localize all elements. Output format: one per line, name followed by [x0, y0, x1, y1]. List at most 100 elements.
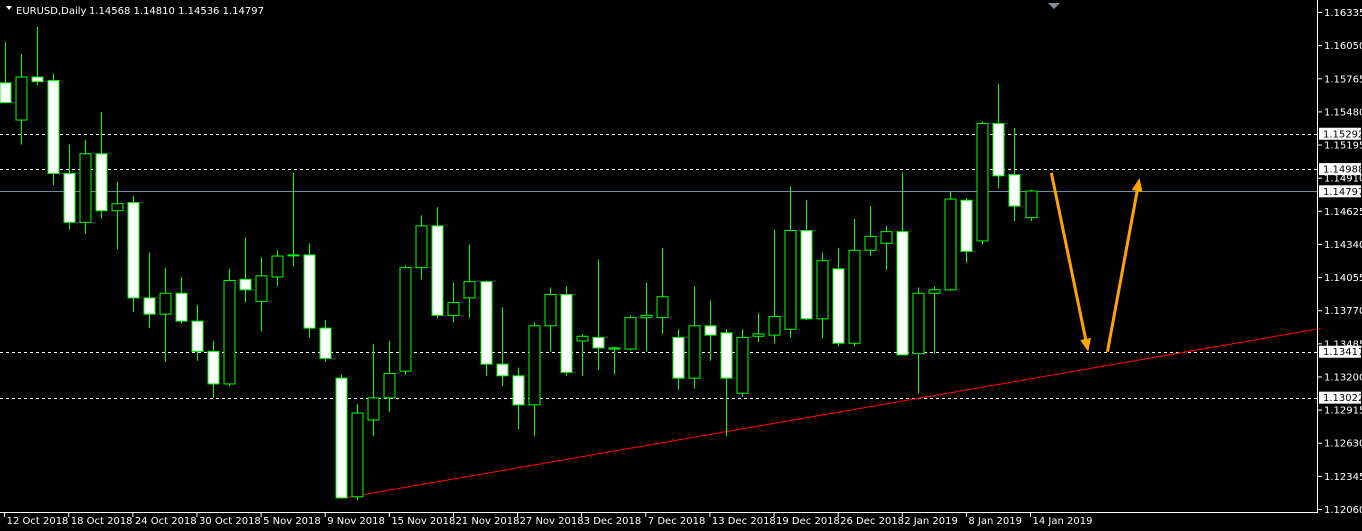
bull-candle-body: [111, 203, 124, 212]
current-price-tag: 1.14797: [1323, 187, 1362, 198]
bear-candle-body: [832, 268, 845, 344]
bull-candle-body: [912, 292, 925, 355]
y-tick-label: 1.14055: [1324, 273, 1362, 284]
bear-candle-body: [592, 336, 605, 349]
bear-candle-body: [143, 297, 156, 315]
bull-candle-body: [271, 255, 284, 278]
bull-candle-body: [736, 336, 749, 394]
candle: [736, 329, 749, 397]
bear-candle-body: [239, 278, 252, 291]
date-axis-labels: 12 Oct 2018 18 Oct 2018 24 Oct 2018 30 Oct …: [4, 513, 1093, 527]
bear-candle-body: [1008, 174, 1021, 207]
bull-candle-body: [544, 293, 557, 327]
x-tick-label: 13 Dec 2018: [712, 516, 776, 527]
y-tick-label: 1.12060: [1324, 505, 1362, 516]
bull-candle-body: [768, 316, 781, 336]
bull-candle-body: [159, 292, 172, 315]
candle: [1025, 189, 1038, 222]
bear-candle-body: [47, 80, 60, 175]
candle: [976, 121, 989, 245]
bull-candle-body: [1025, 190, 1038, 219]
symbol-label: EURUSD,Daily: [16, 6, 87, 17]
x-tick-label: 21 Nov 2018: [455, 516, 519, 527]
level-price-tag: 1.15292: [1323, 129, 1362, 140]
bear-candle-body: [992, 123, 1005, 177]
bear-candle-body: [63, 173, 76, 223]
y-tick-label: 1.14625: [1324, 207, 1362, 218]
candle: [79, 139, 92, 234]
bull-candle-body: [255, 275, 268, 302]
bull-candle-body: [351, 412, 364, 498]
x-tick-label: 2 Jan 2019: [904, 516, 958, 527]
bear-candle-body: [191, 320, 204, 352]
bear-candle-body: [31, 76, 44, 83]
x-tick-label: 7 Dec 2018: [648, 516, 706, 527]
x-tick-label: 19 Dec 2018: [776, 516, 840, 527]
price-chart[interactable]: 1.16335 1.16050 1.15765 1.15480 1.15195 1.149…: [0, 0, 1362, 531]
level-price-tag: 1.13417: [1323, 347, 1362, 358]
candle: [944, 190, 957, 291]
chart-background: [0, 0, 1362, 531]
bear-candle-body: [896, 231, 909, 356]
bear-candle-body: [496, 363, 509, 377]
bull-candle-body: [15, 76, 28, 121]
bull-candle-body: [656, 296, 669, 319]
x-tick-label: 3 Dec 2018: [584, 516, 642, 527]
bear-candle-body: [512, 375, 525, 406]
bull-candle-body: [79, 153, 92, 223]
bull-candle-body: [383, 372, 396, 399]
candle: [47, 73, 60, 186]
bull-candle-body: [399, 267, 412, 372]
y-tick-label: 1.12915: [1324, 406, 1362, 417]
bear-candle-body: [0, 82, 12, 104]
candle: [127, 195, 140, 312]
bull-candle-body: [976, 123, 989, 242]
bull-candle-body: [624, 317, 637, 350]
x-tick-label: 27 Nov 2018: [520, 516, 584, 527]
bull-candle-body: [784, 229, 797, 330]
bull-candle-body: [287, 254, 300, 257]
bear-candle-body: [480, 281, 493, 365]
y-tick-label: 1.15195: [1324, 141, 1362, 152]
candle: [351, 403, 364, 501]
bear-candle-body: [720, 332, 733, 379]
bear-candle-body: [127, 202, 140, 299]
bear-candle-body: [175, 292, 188, 322]
bear-candle-body: [335, 377, 348, 499]
candle: [223, 268, 236, 387]
bear-candle-body: [319, 327, 332, 359]
y-tick-label: 1.13200: [1324, 372, 1362, 383]
bull-candle-body: [752, 333, 765, 337]
y-tick-label: 1.13770: [1324, 306, 1362, 317]
bear-candle-body: [303, 254, 316, 329]
bull-candle-body: [688, 325, 701, 379]
bull-candle-body: [576, 335, 589, 342]
y-tick-label: 1.12630: [1324, 439, 1362, 450]
bull-candle-body: [415, 225, 428, 269]
x-tick-label: 14 Jan 2019: [1033, 516, 1093, 527]
ohlc-readout: 1.14568 1.14810 1.14536 1.14797: [89, 6, 264, 17]
x-tick-label: 15 Nov 2018: [391, 516, 455, 527]
y-tick-label: 1.16050: [1324, 41, 1362, 52]
bull-candle-body: [816, 260, 829, 320]
chart-header[interactable]: EURUSD,Daily 1.14568 1.14810 1.14536 1.1…: [6, 6, 264, 17]
bear-candle-body: [560, 293, 573, 373]
bull-candle-body: [223, 279, 236, 385]
y-tick-label: 1.14340: [1324, 240, 1362, 251]
bull-candle-body: [608, 347, 621, 350]
candle: [303, 243, 316, 338]
candle: [335, 374, 348, 499]
y-tick-label: 1.15480: [1324, 107, 1362, 118]
x-tick-label: 12 Oct 2018: [7, 516, 69, 527]
bull-candle-body: [928, 289, 941, 294]
bear-candle-body: [207, 350, 220, 385]
x-tick-label: 8 Jan 2019: [968, 516, 1022, 527]
x-tick-label: 5 Nov 2018: [263, 516, 321, 527]
bull-candle-body: [367, 397, 380, 421]
candle: [560, 286, 573, 376]
bear-candle-body: [960, 199, 973, 252]
bull-candle-body: [864, 235, 877, 251]
bull-candle-body: [640, 314, 653, 319]
x-tick-label: 18 Oct 2018: [71, 516, 133, 527]
level-price-tag: 1.14988: [1323, 165, 1362, 176]
